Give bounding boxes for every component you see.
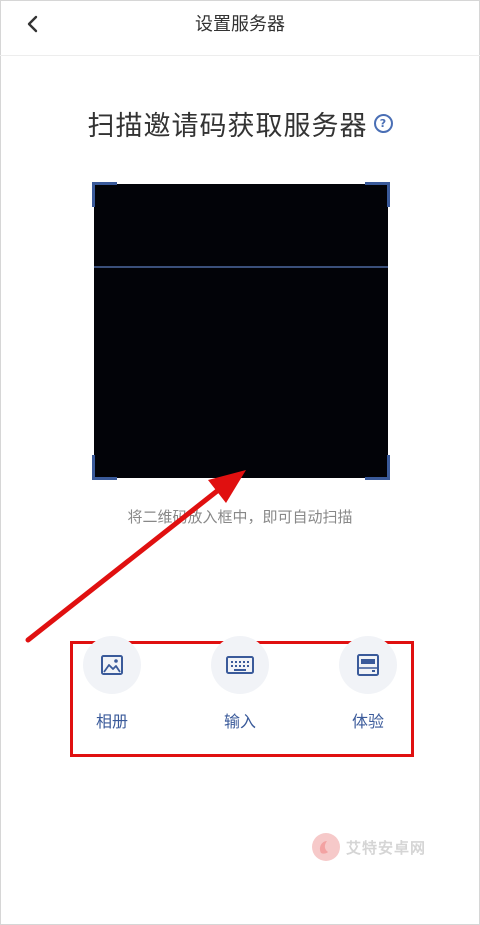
viewfinder-corner-top-left <box>92 182 117 207</box>
top-nav-bar: 设置服务器 <box>0 0 480 56</box>
scan-viewfinder <box>92 182 390 480</box>
viewfinder-corner-bottom-left <box>92 455 117 480</box>
watermark-logo-icon <box>312 833 340 861</box>
demo-button[interactable]: 体验 <box>328 636 408 732</box>
input-label: 输入 <box>223 712 256 731</box>
watermark: 艾特安卓网 <box>312 833 426 861</box>
viewfinder-corner-bottom-right <box>365 455 390 480</box>
scan-heading: 扫描邀请码获取服务器 <box>87 111 368 142</box>
viewfinder-corner-top-right <box>365 182 390 207</box>
demo-device-icon <box>357 654 379 676</box>
heading-row: 扫描邀请码获取服务器? <box>0 104 480 143</box>
input-button[interactable]: 输入 <box>200 636 280 732</box>
keyboard-icon <box>226 656 254 674</box>
demo-icon-circle <box>339 636 397 694</box>
scan-hint: 将二维码放入框中，即可自动扫描 <box>127 508 353 526</box>
input-icon-circle <box>211 636 269 694</box>
demo-label: 体验 <box>351 712 384 731</box>
album-label: 相册 <box>95 712 128 731</box>
image-icon <box>101 655 123 675</box>
album-icon-circle <box>83 636 141 694</box>
album-button[interactable]: 相册 <box>72 636 152 732</box>
watermark-text: 艾特安卓网 <box>346 838 427 857</box>
page-title: 设置服务器 <box>195 14 285 35</box>
help-icon[interactable]: ? <box>373 114 393 133</box>
scan-line <box>94 266 388 268</box>
